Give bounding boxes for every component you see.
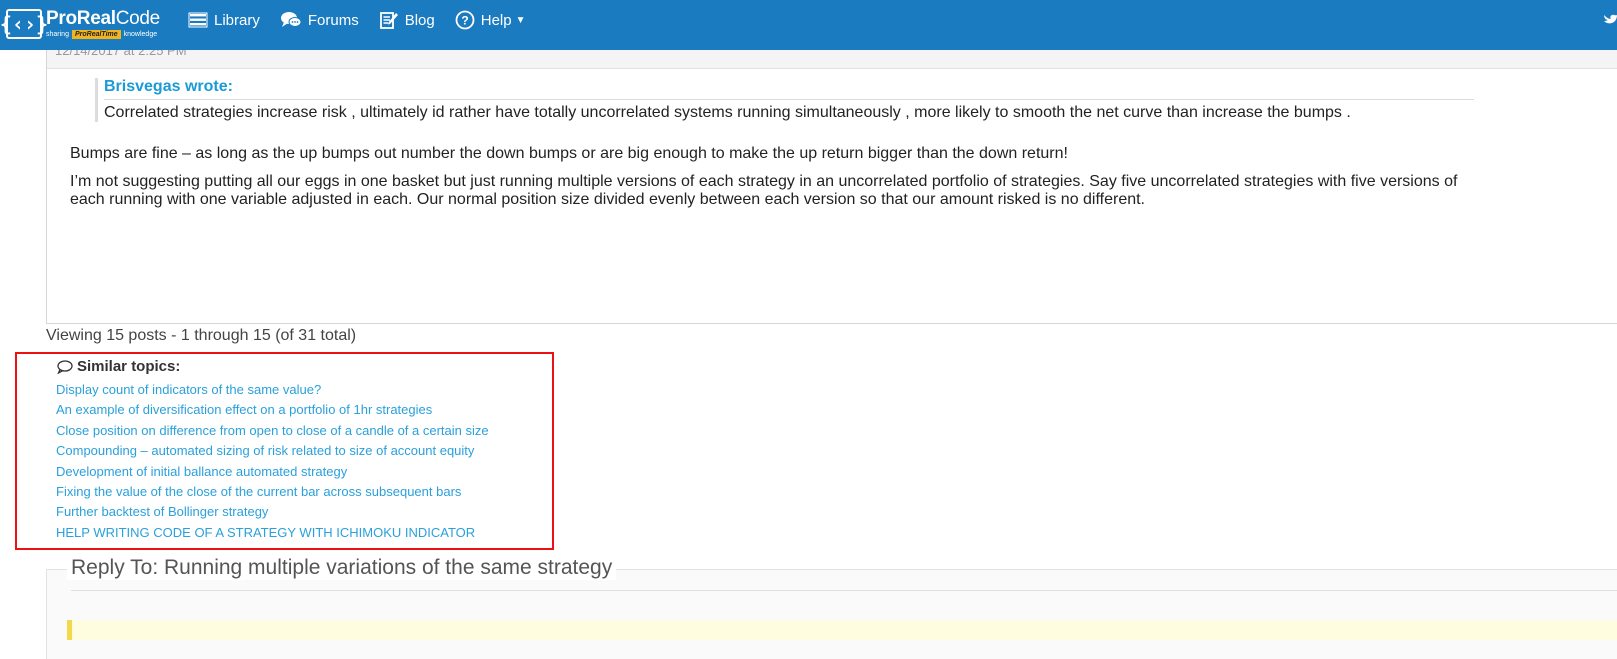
similar-topics-box: Similar topics: Display count of indicat… bbox=[15, 352, 554, 550]
similar-topic-link[interactable]: Fixing the value of the close of the cur… bbox=[56, 482, 489, 502]
forums-icon bbox=[280, 12, 302, 27]
top-navigation-bar: {‹›} ProRealCode sharing ProRealTime kno… bbox=[0, 0, 1617, 50]
logo-tag-badge: ProRealTime bbox=[71, 30, 121, 39]
logo-name-bold: ProReal bbox=[46, 8, 116, 29]
similar-topic-link[interactable]: Compounding – automated sizing of risk r… bbox=[56, 441, 489, 461]
chevron-down-icon: ▼ bbox=[515, 14, 526, 26]
logo-name: ProRealCode bbox=[46, 9, 160, 28]
logo-tag-left: sharing bbox=[46, 31, 69, 38]
forum-post: 12/14/2017 at 2:25 PM Brisvegas wrote: C… bbox=[46, 50, 1617, 324]
nav-help[interactable]: ? Help ▼ bbox=[455, 10, 526, 30]
logo-mark-icon: {‹›} bbox=[0, 9, 48, 39]
similar-topic-link[interactable]: Further backtest of Bollinger strategy bbox=[56, 502, 489, 522]
main-nav: Library Forums Blog ? Help ▼ bbox=[188, 0, 526, 40]
nav-library[interactable]: Library bbox=[188, 10, 260, 30]
nav-library-label: Library bbox=[214, 11, 260, 29]
post-quote: Brisvegas wrote: Correlated strategies i… bbox=[95, 78, 1474, 122]
reply-form: Reply To: Running multiple variations of… bbox=[46, 556, 1617, 659]
similar-topic-link[interactable]: An example of diversification effect on … bbox=[56, 400, 489, 420]
reply-divider bbox=[71, 590, 1617, 591]
logo-tagline: sharing ProRealTime knowledge bbox=[46, 30, 160, 39]
similar-topics-heading: Similar topics: bbox=[57, 358, 180, 375]
blog-icon bbox=[379, 12, 398, 29]
library-icon bbox=[188, 12, 208, 28]
site-logo[interactable]: {‹›} ProRealCode sharing ProRealTime kno… bbox=[0, 4, 160, 44]
similar-topic-link[interactable]: Development of initial ballance automate… bbox=[56, 462, 489, 482]
svg-text:?: ? bbox=[461, 14, 468, 28]
twitter-icon[interactable] bbox=[1603, 11, 1617, 29]
post-paragraph-1: Bumps are fine – as long as the up bumps… bbox=[70, 145, 1068, 162]
reply-editor[interactable] bbox=[67, 620, 1617, 640]
nav-forums[interactable]: Forums bbox=[280, 10, 359, 30]
logo-tag-right: knowledge bbox=[123, 31, 158, 38]
pagination-summary: Viewing 15 posts - 1 through 15 (of 31 t… bbox=[46, 327, 357, 344]
post-meta-bar: 12/14/2017 at 2:25 PM bbox=[47, 50, 1617, 69]
logo-text: ProRealCode sharing ProRealTime knowledg… bbox=[46, 9, 160, 39]
help-icon: ? bbox=[455, 10, 475, 30]
post-date: 12/14/2017 at 2:25 PM bbox=[55, 50, 187, 58]
quote-author: Brisvegas wrote: bbox=[104, 78, 1474, 100]
post-paragraph-2: I’m not suggesting putting all our eggs … bbox=[70, 173, 1458, 208]
similar-topic-link[interactable]: Close position on difference from open t… bbox=[56, 421, 489, 441]
nav-help-label: Help bbox=[480, 11, 512, 29]
logo-name-light: Code bbox=[115, 8, 161, 29]
quote-text: Correlated strategies increase risk , ul… bbox=[104, 104, 1351, 121]
similar-topics-list: Display count of indicators of the same … bbox=[56, 380, 489, 543]
comment-icon bbox=[57, 359, 73, 374]
reply-form-title: Reply To: Running multiple variations of… bbox=[67, 556, 617, 580]
nav-forums-label: Forums bbox=[307, 11, 359, 29]
nav-blog[interactable]: Blog bbox=[379, 10, 435, 30]
similar-topics-title: Similar topics: bbox=[77, 358, 181, 375]
nav-blog-label: Blog bbox=[404, 11, 435, 29]
similar-topic-link[interactable]: Display count of indicators of the same … bbox=[56, 380, 489, 400]
similar-topic-link[interactable]: HELP WRITING CODE OF A STRATEGY WITH ICH… bbox=[56, 523, 489, 543]
